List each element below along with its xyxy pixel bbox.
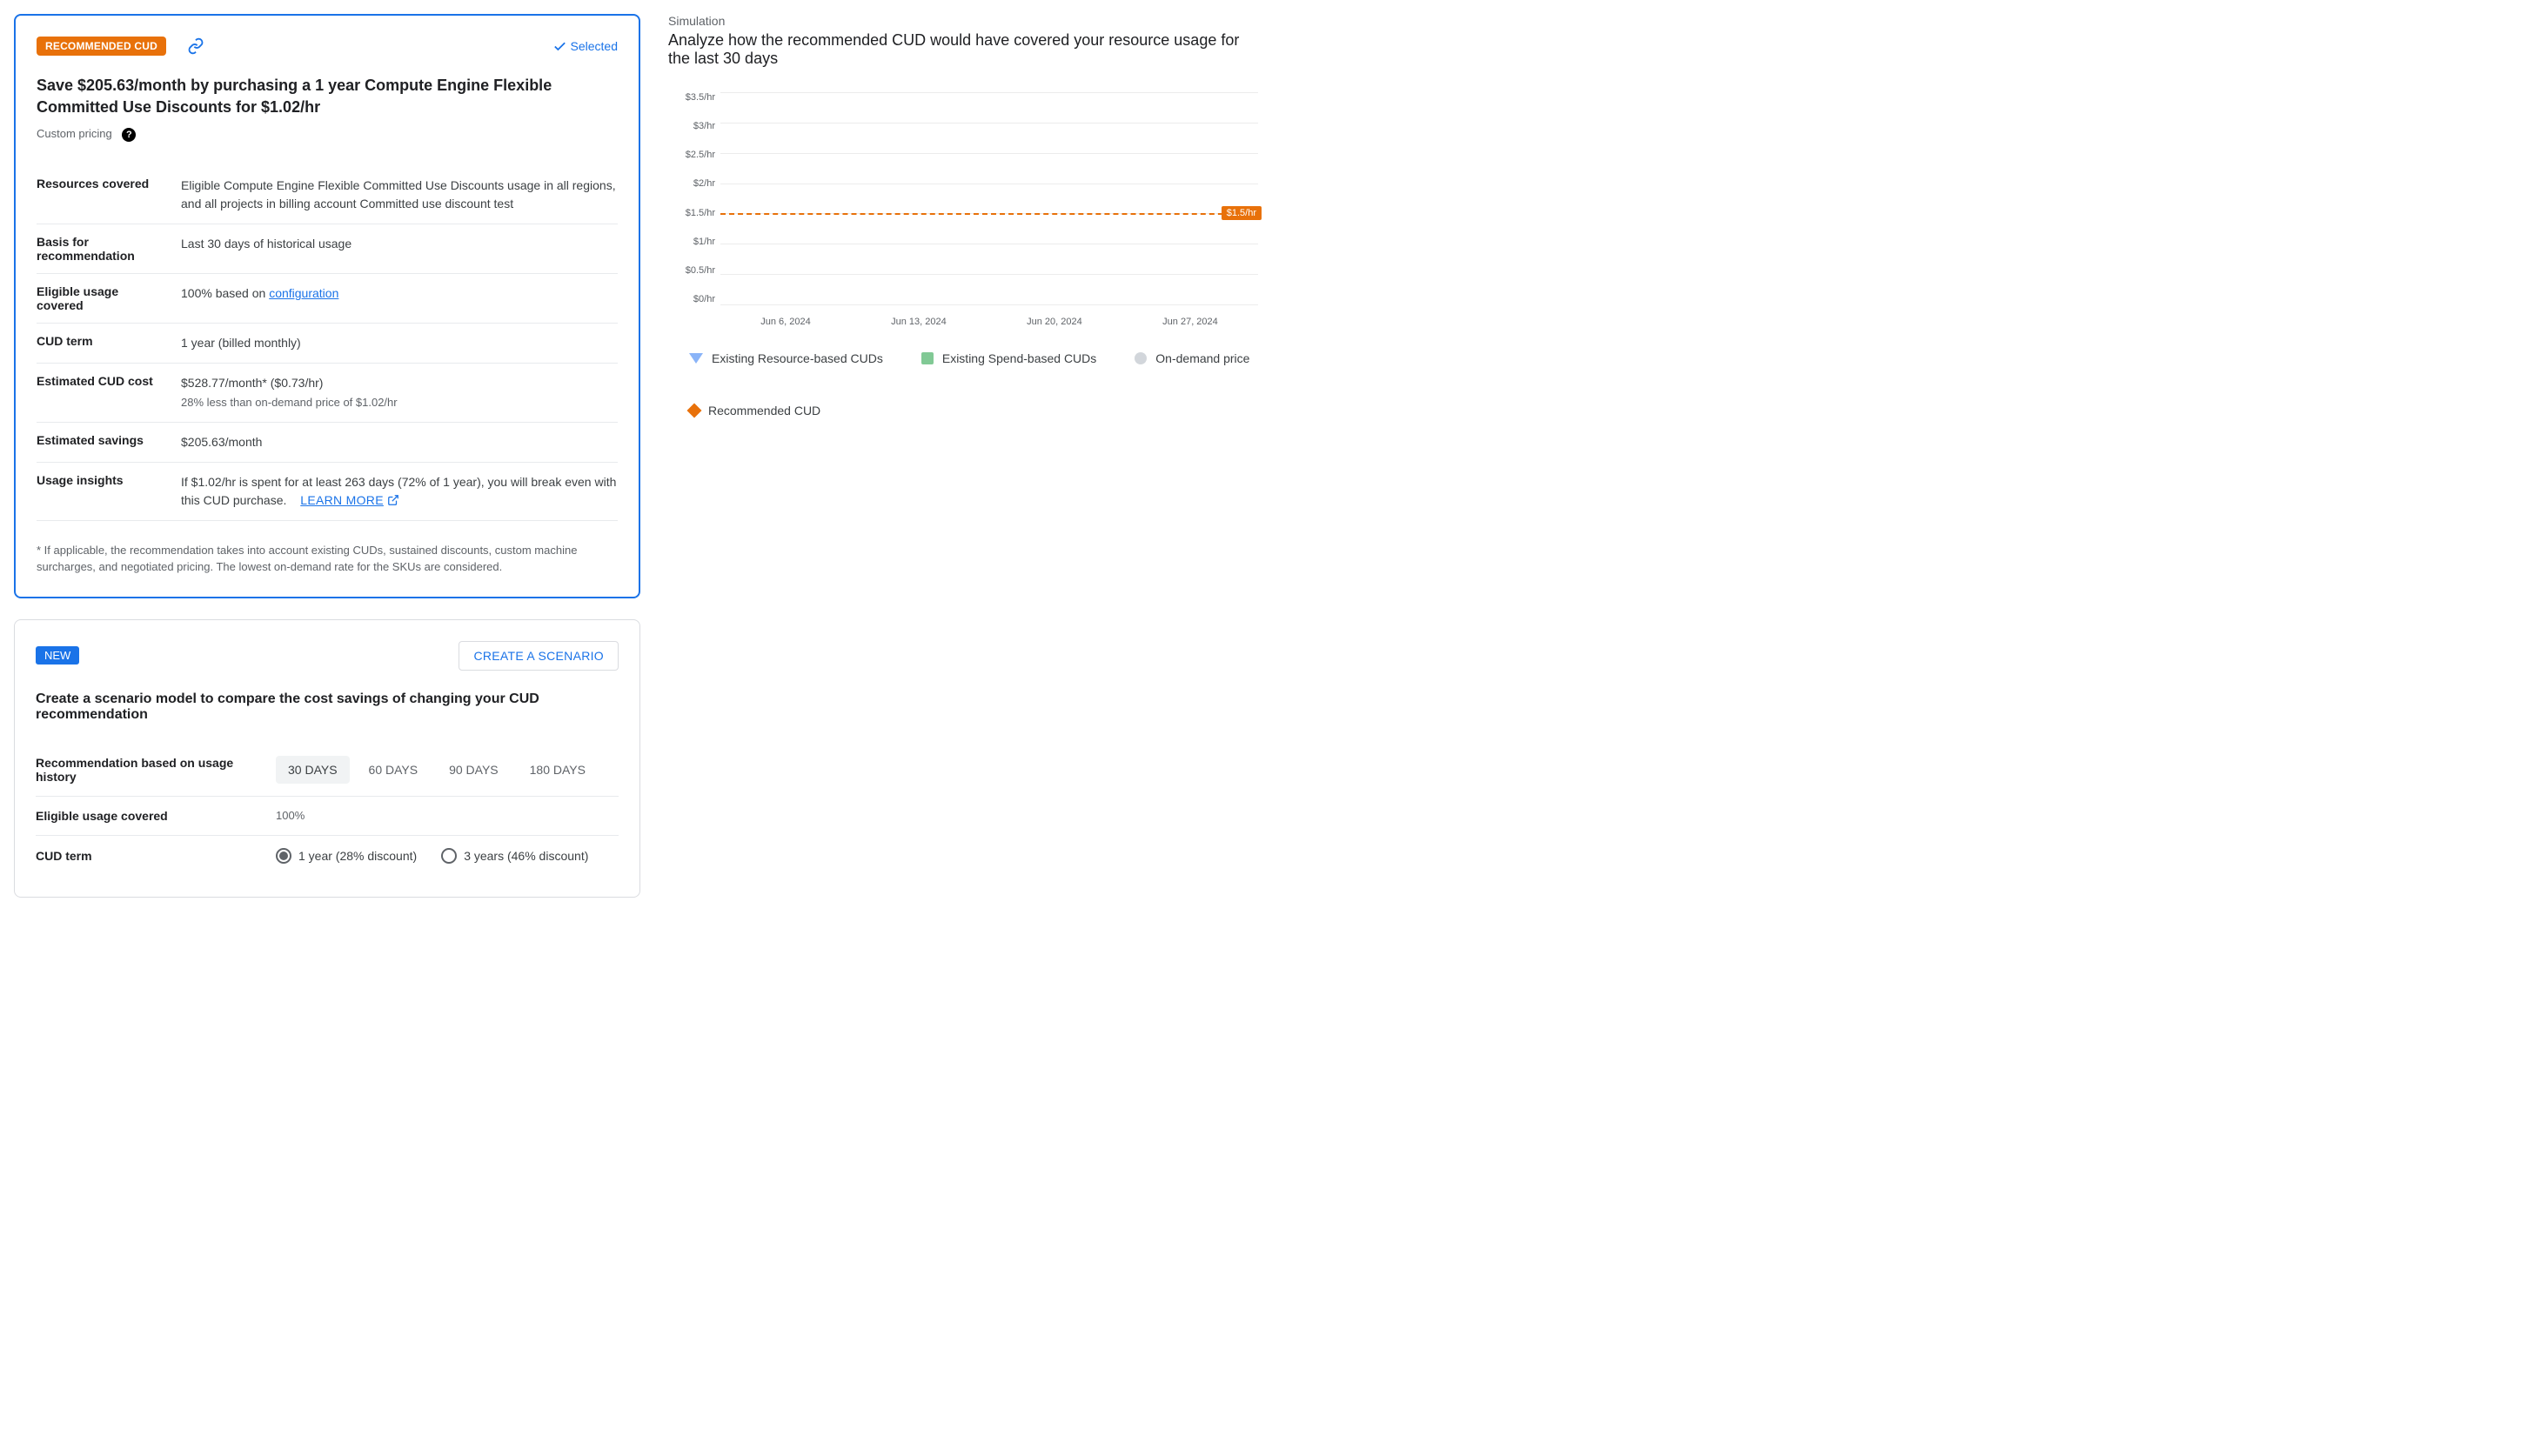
check-icon: [552, 39, 567, 54]
card-headline: Save $205.63/month by purchasing a 1 yea…: [37, 75, 618, 118]
row-resources: Resources covered Eligible Compute Engin…: [37, 166, 618, 224]
simulation-label: Simulation: [668, 14, 1258, 28]
row-term: CUD term 1 year (billed monthly): [37, 324, 618, 364]
reference-badge: $1.5/hr: [1222, 206, 1262, 220]
radio-icon: [441, 848, 457, 864]
scenario-card: NEW CREATE A SCENARIO Create a scenario …: [14, 619, 640, 898]
row-insights: Usage insights If $1.02/hr is spent for …: [37, 463, 618, 521]
history-tabs: 30 DAYS60 DAYS90 DAYS180 DAYS: [276, 756, 598, 784]
legend-resource-cuds: Existing Resource-based CUDs: [689, 351, 883, 365]
legend: Existing Resource-based CUDs Existing Sp…: [668, 351, 1258, 417]
legend-ondemand: On-demand price: [1135, 351, 1249, 365]
row-savings: Estimated savings $205.63/month: [37, 423, 618, 463]
custom-pricing-label: Custom pricing ?: [37, 127, 618, 142]
simulation-title: Analyze how the recommended CUD would ha…: [668, 31, 1258, 68]
selected-indicator: Selected: [552, 39, 618, 54]
radio-3-years[interactable]: 3 years (46% discount): [441, 848, 588, 864]
learn-more-link[interactable]: LEARN MORE: [300, 491, 399, 510]
row-term2: CUD term 1 year (28% discount) 3 years (…: [36, 836, 619, 876]
row-history: Recommendation based on usage history 30…: [36, 744, 619, 797]
row-eligible: Eligible usage covered 100% based on con…: [37, 274, 618, 324]
external-link-icon: [387, 494, 399, 506]
legend-recommended: Recommended CUD: [689, 404, 820, 417]
row-basis: Basis for recommendation Last 30 days of…: [37, 224, 618, 274]
create-scenario-button[interactable]: CREATE A SCENARIO: [459, 641, 619, 671]
radio-1-year[interactable]: 1 year (28% discount): [276, 848, 417, 864]
simulation-chart: $3.5/hr$3/hr$2.5/hr$2/hr$1.5/hr$1/hr$0.5…: [668, 75, 1258, 336]
row-cost: Estimated CUD cost $528.77/month* ($0.73…: [37, 364, 618, 423]
tab-30-days[interactable]: 30 DAYS: [276, 756, 350, 784]
legend-spend-cuds: Existing Spend-based CUDs: [921, 351, 1096, 365]
recommended-cud-card: RECOMMENDED CUD Selected Save $205.63/mo…: [14, 14, 640, 598]
radio-icon: [276, 848, 291, 864]
scenario-title: Create a scenario model to compare the c…: [36, 691, 619, 723]
help-icon[interactable]: ?: [122, 128, 136, 142]
new-badge: NEW: [36, 646, 79, 665]
tab-180-days[interactable]: 180 DAYS: [518, 756, 598, 784]
row-eligible2: Eligible usage covered 100%: [36, 797, 619, 836]
link-icon[interactable]: [187, 37, 204, 55]
tab-60-days[interactable]: 60 DAYS: [357, 756, 431, 784]
footnote: * If applicable, the recommendation take…: [37, 542, 618, 576]
tab-90-days[interactable]: 90 DAYS: [437, 756, 511, 784]
recommended-badge: RECOMMENDED CUD: [37, 37, 166, 56]
configuration-link[interactable]: configuration: [269, 286, 338, 300]
